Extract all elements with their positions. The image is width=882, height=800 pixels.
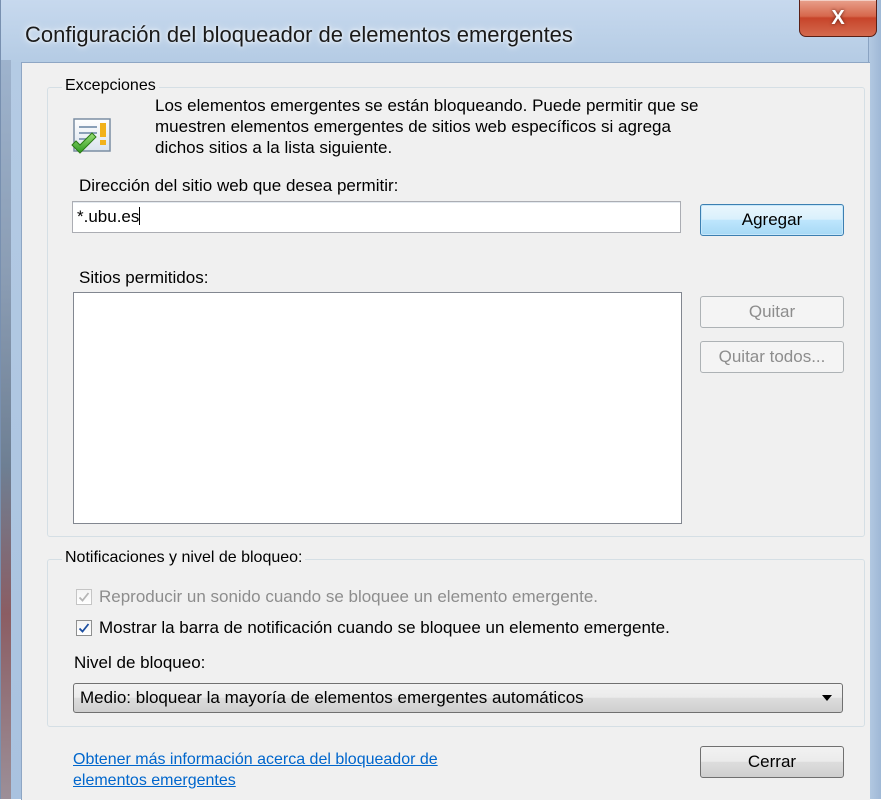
add-button[interactable]: Agregar (700, 204, 844, 236)
allowed-sites-label: Sitios permitidos: (79, 268, 209, 287)
show-notification-bar-checkbox[interactable] (76, 620, 92, 636)
exceptions-description-line-3: dichos sitios a la lista siguiente. (155, 138, 393, 157)
background-window-edge (1, 60, 11, 799)
blocking-level-label: Nivel de bloqueo: (74, 653, 206, 672)
help-link-line-1[interactable]: Obtener más información acerca del bloqu… (73, 749, 438, 770)
dialog-client-area: Excepciones Los elementos emergentes se … (21, 62, 870, 800)
address-input[interactable]: *.ubu.es (72, 201, 681, 233)
blocking-level-value: Medio: bloquear la mayoría de elementos … (80, 688, 584, 707)
close-icon: X (831, 6, 845, 29)
exceptions-legend: Excepciones (62, 77, 159, 95)
blocking-level-select[interactable]: Medio: bloquear la mayoría de elementos … (73, 683, 843, 713)
show-notification-bar-label: Mostrar la barra de notificación cuando … (99, 618, 670, 637)
window-title: Configuración del bloqueador de elemento… (25, 22, 573, 47)
text-cursor (139, 207, 141, 225)
window-close-button[interactable]: X (799, 0, 877, 37)
checkmark-icon (78, 592, 90, 602)
play-sound-checkbox[interactable] (76, 589, 92, 605)
checkmark-icon (78, 623, 90, 633)
remove-button[interactable]: Quitar (700, 296, 844, 328)
address-label: Dirección del sitio web que desea permit… (79, 176, 399, 195)
play-sound-label: Reproducir un sonido cuando se bloquee u… (99, 587, 599, 606)
window-frame: Configuración del bloqueador de elemento… (0, 0, 881, 800)
allowed-sites-list[interactable] (73, 292, 682, 524)
help-link-line-2[interactable]: elementos emergentes (73, 770, 236, 791)
close-dialog-button[interactable]: Cerrar (700, 746, 844, 778)
dropdown-arrow-icon (822, 695, 832, 701)
remove-all-button[interactable]: Quitar todos... (700, 341, 844, 373)
document-warning-check-icon (70, 115, 118, 163)
exceptions-description-line-1: Los elementos emergentes se están bloque… (155, 96, 699, 115)
notifications-legend: Notificaciones y nivel de bloqueo: (62, 549, 306, 567)
exceptions-description-line-2: muestren elementos emergentes de sitios … (155, 117, 671, 136)
title-bar[interactable]: Configuración del bloqueador de elemento… (11, 0, 877, 62)
address-input-value: *.ubu.es (77, 207, 140, 226)
